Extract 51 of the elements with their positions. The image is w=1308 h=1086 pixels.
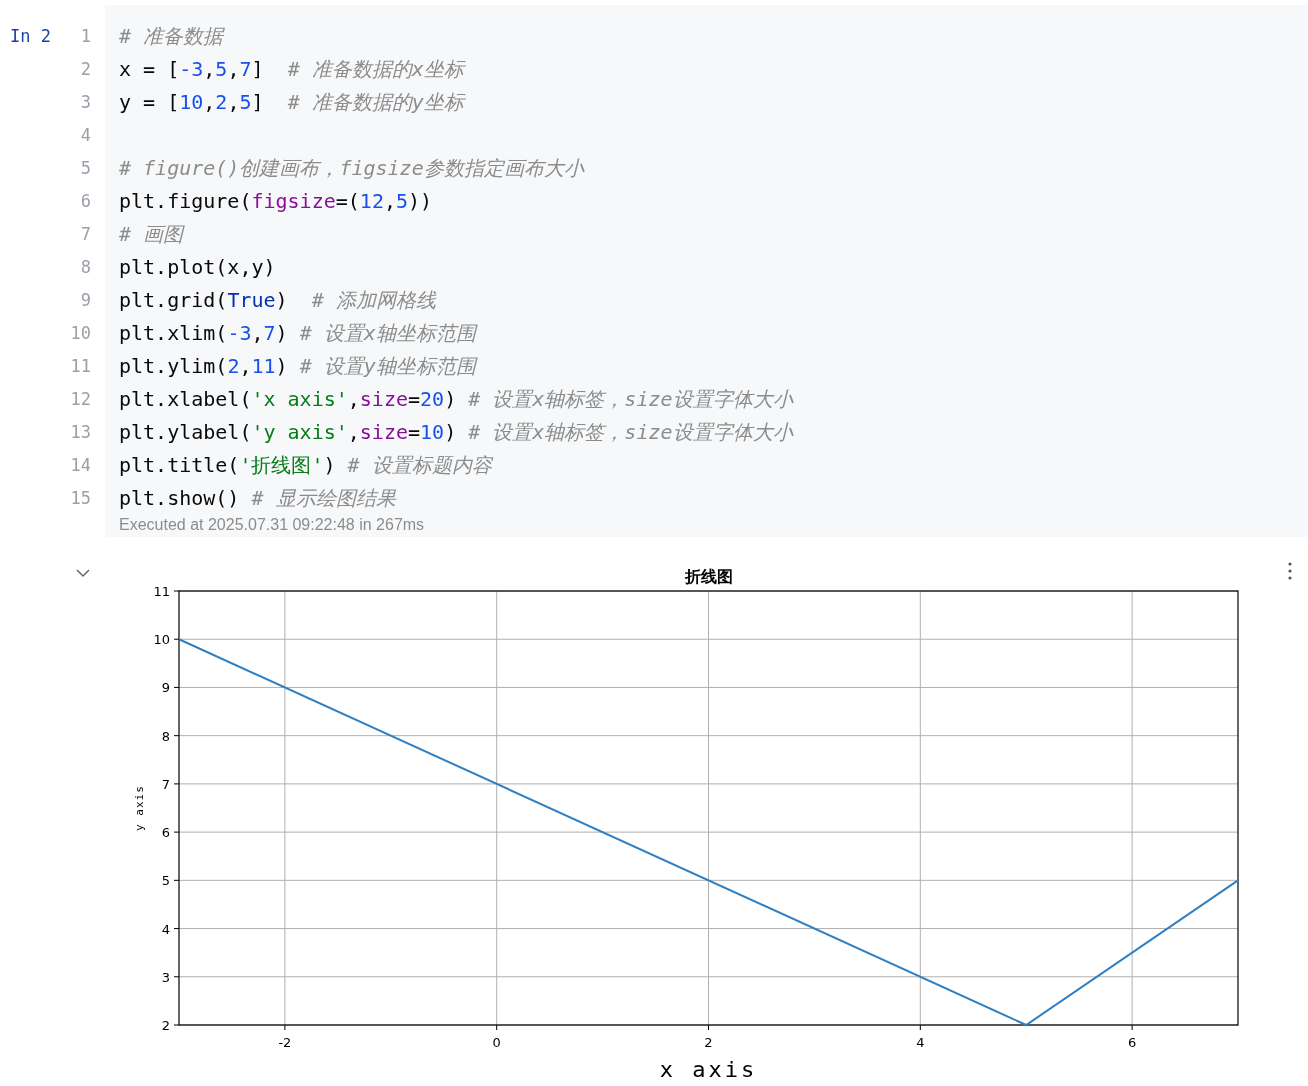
more-icon[interactable] [1287, 561, 1293, 581]
x-tick-label: 4 [916, 1035, 925, 1050]
x-tick-label: -2 [278, 1035, 292, 1050]
chart-title: 折线图 [684, 567, 733, 586]
line-number: 9 [80, 289, 91, 312]
code-line: plt.ylabel('y axis',size=10) # 设置x轴标签，size设置字体大小 [119, 419, 795, 446]
y-tick-label: 6 [161, 825, 170, 841]
line-number: 3 [80, 91, 91, 114]
cell-prompt: In 2 [9, 25, 52, 48]
line-number: 4 [80, 124, 91, 147]
code-line: plt.show() # 显示绘图结果 [119, 485, 398, 512]
code-line: plt.grid(True) # 添加网格线 [119, 287, 437, 314]
y-tick-label: 4 [161, 921, 170, 937]
line-number: 2 [80, 58, 91, 81]
y-tick-label: 8 [161, 728, 170, 744]
code-line: # 准备数据 [119, 23, 226, 50]
line-number: 5 [80, 157, 91, 180]
y-tick-label: 11 [153, 584, 170, 599]
code-line: plt.ylim(2,11) # 设置y轴坐标范围 [119, 353, 479, 380]
y-tick-label: 10 [153, 632, 170, 648]
execution-status: Executed at 2025.07.31 09:22:48 in 267ms [119, 515, 426, 535]
line-number: 13 [70, 421, 91, 444]
line-number: 10 [70, 322, 91, 345]
x-tick-label: 2 [704, 1035, 713, 1050]
line-number: 7 [80, 223, 91, 246]
y-tick-label: 7 [161, 776, 170, 792]
code-line: plt.plot(x,y) [119, 254, 277, 281]
code-line: y = [10,2,5] # 准备数据的y坐标 [119, 89, 467, 116]
line-number: 1 [80, 25, 91, 48]
code-line: plt.figure(figsize=(12,5)) [119, 188, 434, 215]
line-number: 6 [80, 190, 91, 213]
line-number: 14 [70, 454, 91, 477]
code-line: plt.xlim(-3,7) # 设置x轴坐标范围 [119, 320, 479, 347]
x-tick-label: 0 [492, 1035, 501, 1050]
code-line: plt.title('折线图') # 设置标题内容 [119, 452, 495, 479]
code-line: # 画图 [119, 221, 186, 248]
code-line: plt.xlabel('x axis',size=20) # 设置x轴标签，size设置字体大小 [119, 386, 795, 413]
code-line: # figure()创建画布，figsize参数指定画布大小 [119, 155, 586, 182]
line-number: 8 [80, 256, 91, 279]
y-tick-label: 2 [161, 1018, 170, 1033]
code-line: x = [-3,5,7] # 准备数据的x坐标 [119, 56, 467, 83]
line-number: 12 [70, 388, 91, 411]
chevron-icon[interactable] [75, 567, 91, 579]
y-axis-label: y axis [133, 785, 146, 831]
x-axis-label: x axis [659, 1057, 758, 1077]
line-number: 15 [70, 487, 91, 510]
line-number: 11 [70, 355, 91, 378]
y-tick-label: 5 [161, 873, 170, 889]
y-tick-label: 3 [161, 969, 170, 985]
x-tick-label: 6 [1127, 1035, 1137, 1050]
y-tick-label: 9 [161, 680, 170, 696]
